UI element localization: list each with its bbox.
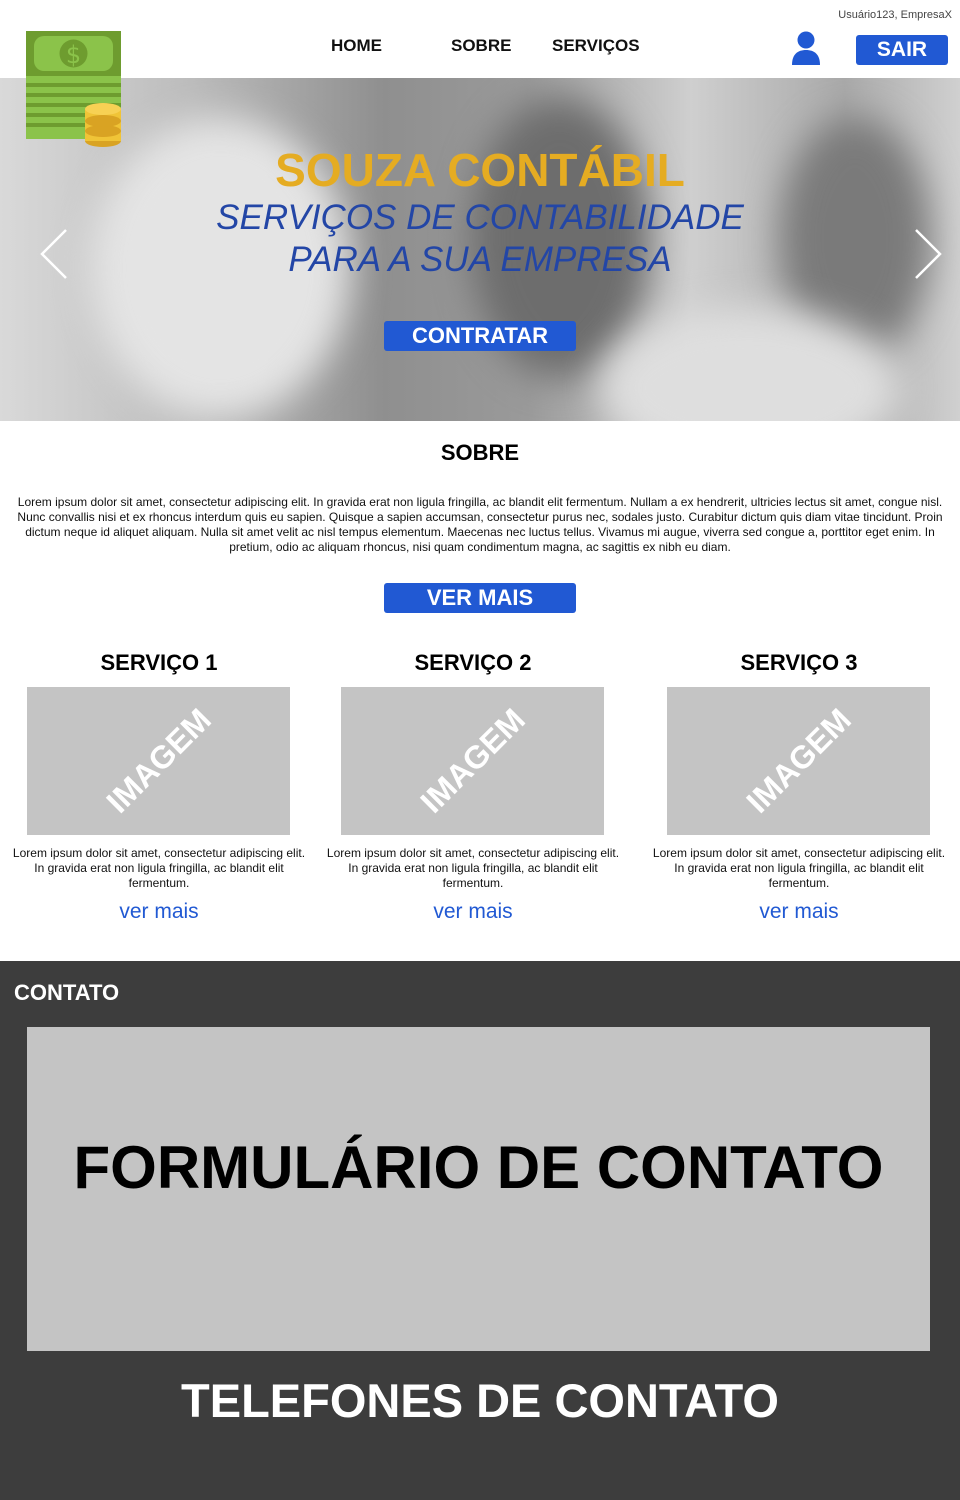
user-info: Usuário123, EmpresaX [838, 9, 952, 21]
nav-servicos[interactable]: SERVIÇOS [552, 36, 640, 56]
image-placeholder-label: IMAGEM [738, 701, 858, 820]
service-title: SERVIÇO 1 [100, 650, 218, 675]
logout-button[interactable]: SAIR [856, 35, 948, 65]
user-icon[interactable] [790, 30, 822, 66]
svg-text:$: $ [66, 41, 81, 69]
contact-title: CONTATO [14, 980, 120, 1005]
service-description: Lorem ipsum dolor sit amet, consectetur … [652, 846, 946, 890]
header: Usuário123, EmpresaX HOME SOBRE SERVIÇOS… [0, 0, 960, 78]
hero-title: SOUZA CONTÁBIL [275, 144, 685, 196]
service-image-placeholder: IMAGEM [667, 687, 930, 835]
service-ver-mais-link[interactable]: ver mais [323, 900, 623, 924]
sobre-title: SOBRE [440, 440, 520, 465]
service-title: SERVIÇO 2 [414, 650, 532, 675]
hero-subtitle-line-1: SERVIÇOS DE CONTABILIDADE [216, 198, 744, 237]
chevron-left-icon[interactable] [38, 226, 70, 282]
contact-form-placeholder[interactable]: FORMULÁRIO DE CONTATO [27, 1027, 930, 1351]
image-placeholder-label: IMAGEM [98, 701, 218, 820]
contact-form-label: FORMULÁRIO DE CONTATO [73, 1134, 884, 1201]
sobre-text: Lorem ipsum dolor sit amet, consectetur … [17, 495, 943, 554]
service-ver-mais-link[interactable]: ver mais [649, 900, 949, 924]
contratar-button[interactable]: CONTRATAR [384, 321, 576, 351]
service-image-placeholder: IMAGEM [341, 687, 604, 835]
money-stack-coins-icon[interactable]: $ [26, 31, 124, 147]
contact-section: CONTATO FORMULÁRIO DE CONTATO TELEFONES … [0, 961, 960, 1500]
nav-sobre[interactable]: SOBRE [451, 36, 511, 56]
hero-subtitle-line-2: PARA A SUA EMPRESA [288, 240, 672, 279]
service-ver-mais-link[interactable]: ver mais [9, 900, 309, 924]
ver-mais-button[interactable]: VER MAIS [384, 583, 576, 613]
nav-home[interactable]: HOME [331, 36, 382, 56]
image-placeholder-label: IMAGEM [412, 701, 532, 820]
service-description: Lorem ipsum dolor sit amet, consectetur … [12, 846, 306, 890]
service-description: Lorem ipsum dolor sit amet, consectetur … [326, 846, 620, 890]
chevron-right-icon[interactable] [912, 226, 944, 282]
hero-banner: SOUZA CONTÁBIL SERVIÇOS DE CONTABILIDADE… [0, 78, 960, 421]
service-title: SERVIÇO 3 [740, 650, 858, 675]
contact-phones: TELEFONES DE CONTATO [181, 1374, 779, 1427]
service-image-placeholder: IMAGEM [27, 687, 290, 835]
